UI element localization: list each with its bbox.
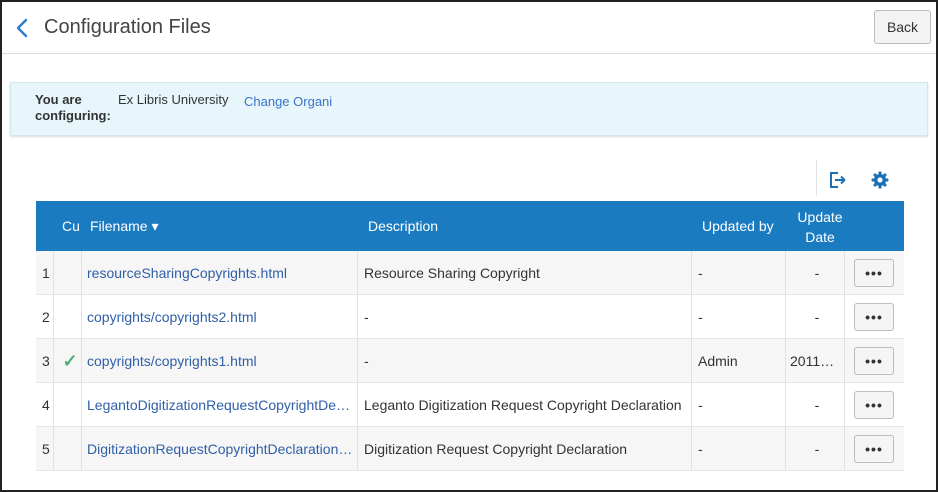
row-number-cell: 3 bbox=[42, 353, 50, 369]
page-title: Configuration Files bbox=[44, 16, 211, 38]
toolbar-divider bbox=[816, 160, 817, 196]
description-cell: Digitization Request Copyright Declarati… bbox=[364, 441, 628, 457]
column-divider bbox=[785, 383, 786, 427]
export-icon[interactable] bbox=[827, 170, 847, 190]
column-divider bbox=[357, 427, 358, 471]
back-chevron-icon[interactable] bbox=[12, 16, 32, 40]
column-divider bbox=[357, 383, 358, 427]
column-divider bbox=[357, 339, 358, 383]
table-row: 2 copyrights/copyrights2.html - - - ••• bbox=[36, 295, 904, 339]
column-divider bbox=[691, 339, 692, 383]
column-update-date-line2: Date bbox=[805, 229, 835, 245]
update-date-cell: - bbox=[814, 265, 820, 281]
filename-cell[interactable]: LegantoDigitizationRequestCopyrightDe… bbox=[87, 383, 353, 427]
row-actions-button[interactable]: ••• bbox=[854, 391, 894, 419]
row-actions-button[interactable]: ••• bbox=[854, 435, 894, 463]
configuring-bar: You are configuring: Ex Libris Universit… bbox=[10, 82, 928, 136]
customized-check-cell bbox=[58, 295, 82, 339]
change-organization-link[interactable]: Change Organi bbox=[244, 94, 332, 109]
column-divider bbox=[357, 295, 358, 339]
description-cell: Leganto Digitization Request Copyright D… bbox=[364, 397, 682, 413]
column-divider bbox=[844, 339, 845, 383]
column-divider bbox=[785, 339, 786, 383]
row-number-cell: 1 bbox=[42, 265, 50, 281]
column-update-date-line1: Update bbox=[797, 209, 843, 225]
customized-check-cell bbox=[58, 427, 82, 471]
table-body: 1 resourceSharingCopyrights.html Resource … bbox=[36, 251, 904, 471]
updated-by-cell: - bbox=[698, 309, 703, 325]
updated-by-cell: - bbox=[698, 397, 703, 413]
column-customized[interactable]: Cu bbox=[62, 218, 80, 234]
customized-check-cell bbox=[58, 383, 82, 427]
updated-by-cell: Admin bbox=[698, 353, 738, 369]
row-actions-button[interactable]: ••• bbox=[854, 303, 894, 331]
column-update-date[interactable]: Update Date bbox=[792, 207, 848, 247]
updated-by-cell: - bbox=[698, 265, 703, 281]
update-date-cell: - bbox=[814, 309, 820, 325]
column-updated-by[interactable]: Updated by bbox=[702, 218, 774, 234]
back-button[interactable]: Back bbox=[874, 10, 931, 44]
gear-icon[interactable] bbox=[870, 170, 890, 190]
column-filename[interactable]: Filename ▾ bbox=[90, 218, 159, 235]
table-row: 1 resourceSharingCopyrights.html Resource … bbox=[36, 251, 904, 295]
table-row: 3 ✓ copyrights/copyrights1.html - Admin 2011…… bbox=[36, 339, 904, 383]
filename-cell[interactable]: copyrights/copyrights2.html bbox=[87, 295, 353, 339]
table-row: 5 DigitizationRequestCopyrightDeclaration… bbox=[36, 427, 904, 471]
update-date-cell: - bbox=[814, 397, 820, 413]
column-divider bbox=[844, 251, 845, 295]
row-number-cell: 5 bbox=[42, 441, 50, 457]
column-divider bbox=[844, 383, 845, 427]
table-header: Cu Filename ▾ Description Updated by Upd… bbox=[36, 201, 904, 251]
column-divider bbox=[691, 251, 692, 295]
column-divider bbox=[691, 427, 692, 471]
filename-cell[interactable]: resourceSharingCopyrights.html bbox=[87, 251, 353, 295]
customized-check-cell bbox=[58, 251, 82, 295]
column-description[interactable]: Description bbox=[368, 218, 438, 234]
column-divider bbox=[844, 295, 845, 339]
description-cell: - bbox=[364, 309, 369, 325]
description-cell: Resource Sharing Copyright bbox=[364, 265, 540, 281]
column-divider bbox=[785, 427, 786, 471]
update-date-cell: - bbox=[814, 441, 820, 457]
row-actions-button[interactable]: ••• bbox=[854, 347, 894, 375]
column-divider bbox=[691, 295, 692, 339]
check-icon: ✓ bbox=[62, 350, 78, 371]
column-divider bbox=[357, 251, 358, 295]
update-date-cell: 2011… bbox=[790, 353, 835, 369]
filename-cell[interactable]: DigitizationRequestCopyrightDeclaration… bbox=[87, 427, 353, 471]
row-number-cell: 2 bbox=[42, 309, 50, 325]
column-divider bbox=[785, 251, 786, 295]
updated-by-cell: - bbox=[698, 441, 703, 457]
row-number-cell: 4 bbox=[42, 397, 50, 413]
configuring-label: You are configuring: bbox=[35, 92, 111, 123]
column-divider bbox=[785, 295, 786, 339]
page-header: Configuration Files Back bbox=[2, 2, 936, 54]
table-row: 4 LegantoDigitizationRequestCopyrightDe… L… bbox=[36, 383, 904, 427]
description-cell: - bbox=[364, 353, 369, 369]
organization-name: Ex Libris University bbox=[118, 92, 229, 107]
column-divider bbox=[691, 383, 692, 427]
configuration-files-table: Cu Filename ▾ Description Updated by Upd… bbox=[36, 201, 904, 471]
column-divider bbox=[844, 427, 845, 471]
filename-cell[interactable]: copyrights/copyrights1.html bbox=[87, 339, 353, 383]
row-actions-button[interactable]: ••• bbox=[854, 259, 894, 287]
